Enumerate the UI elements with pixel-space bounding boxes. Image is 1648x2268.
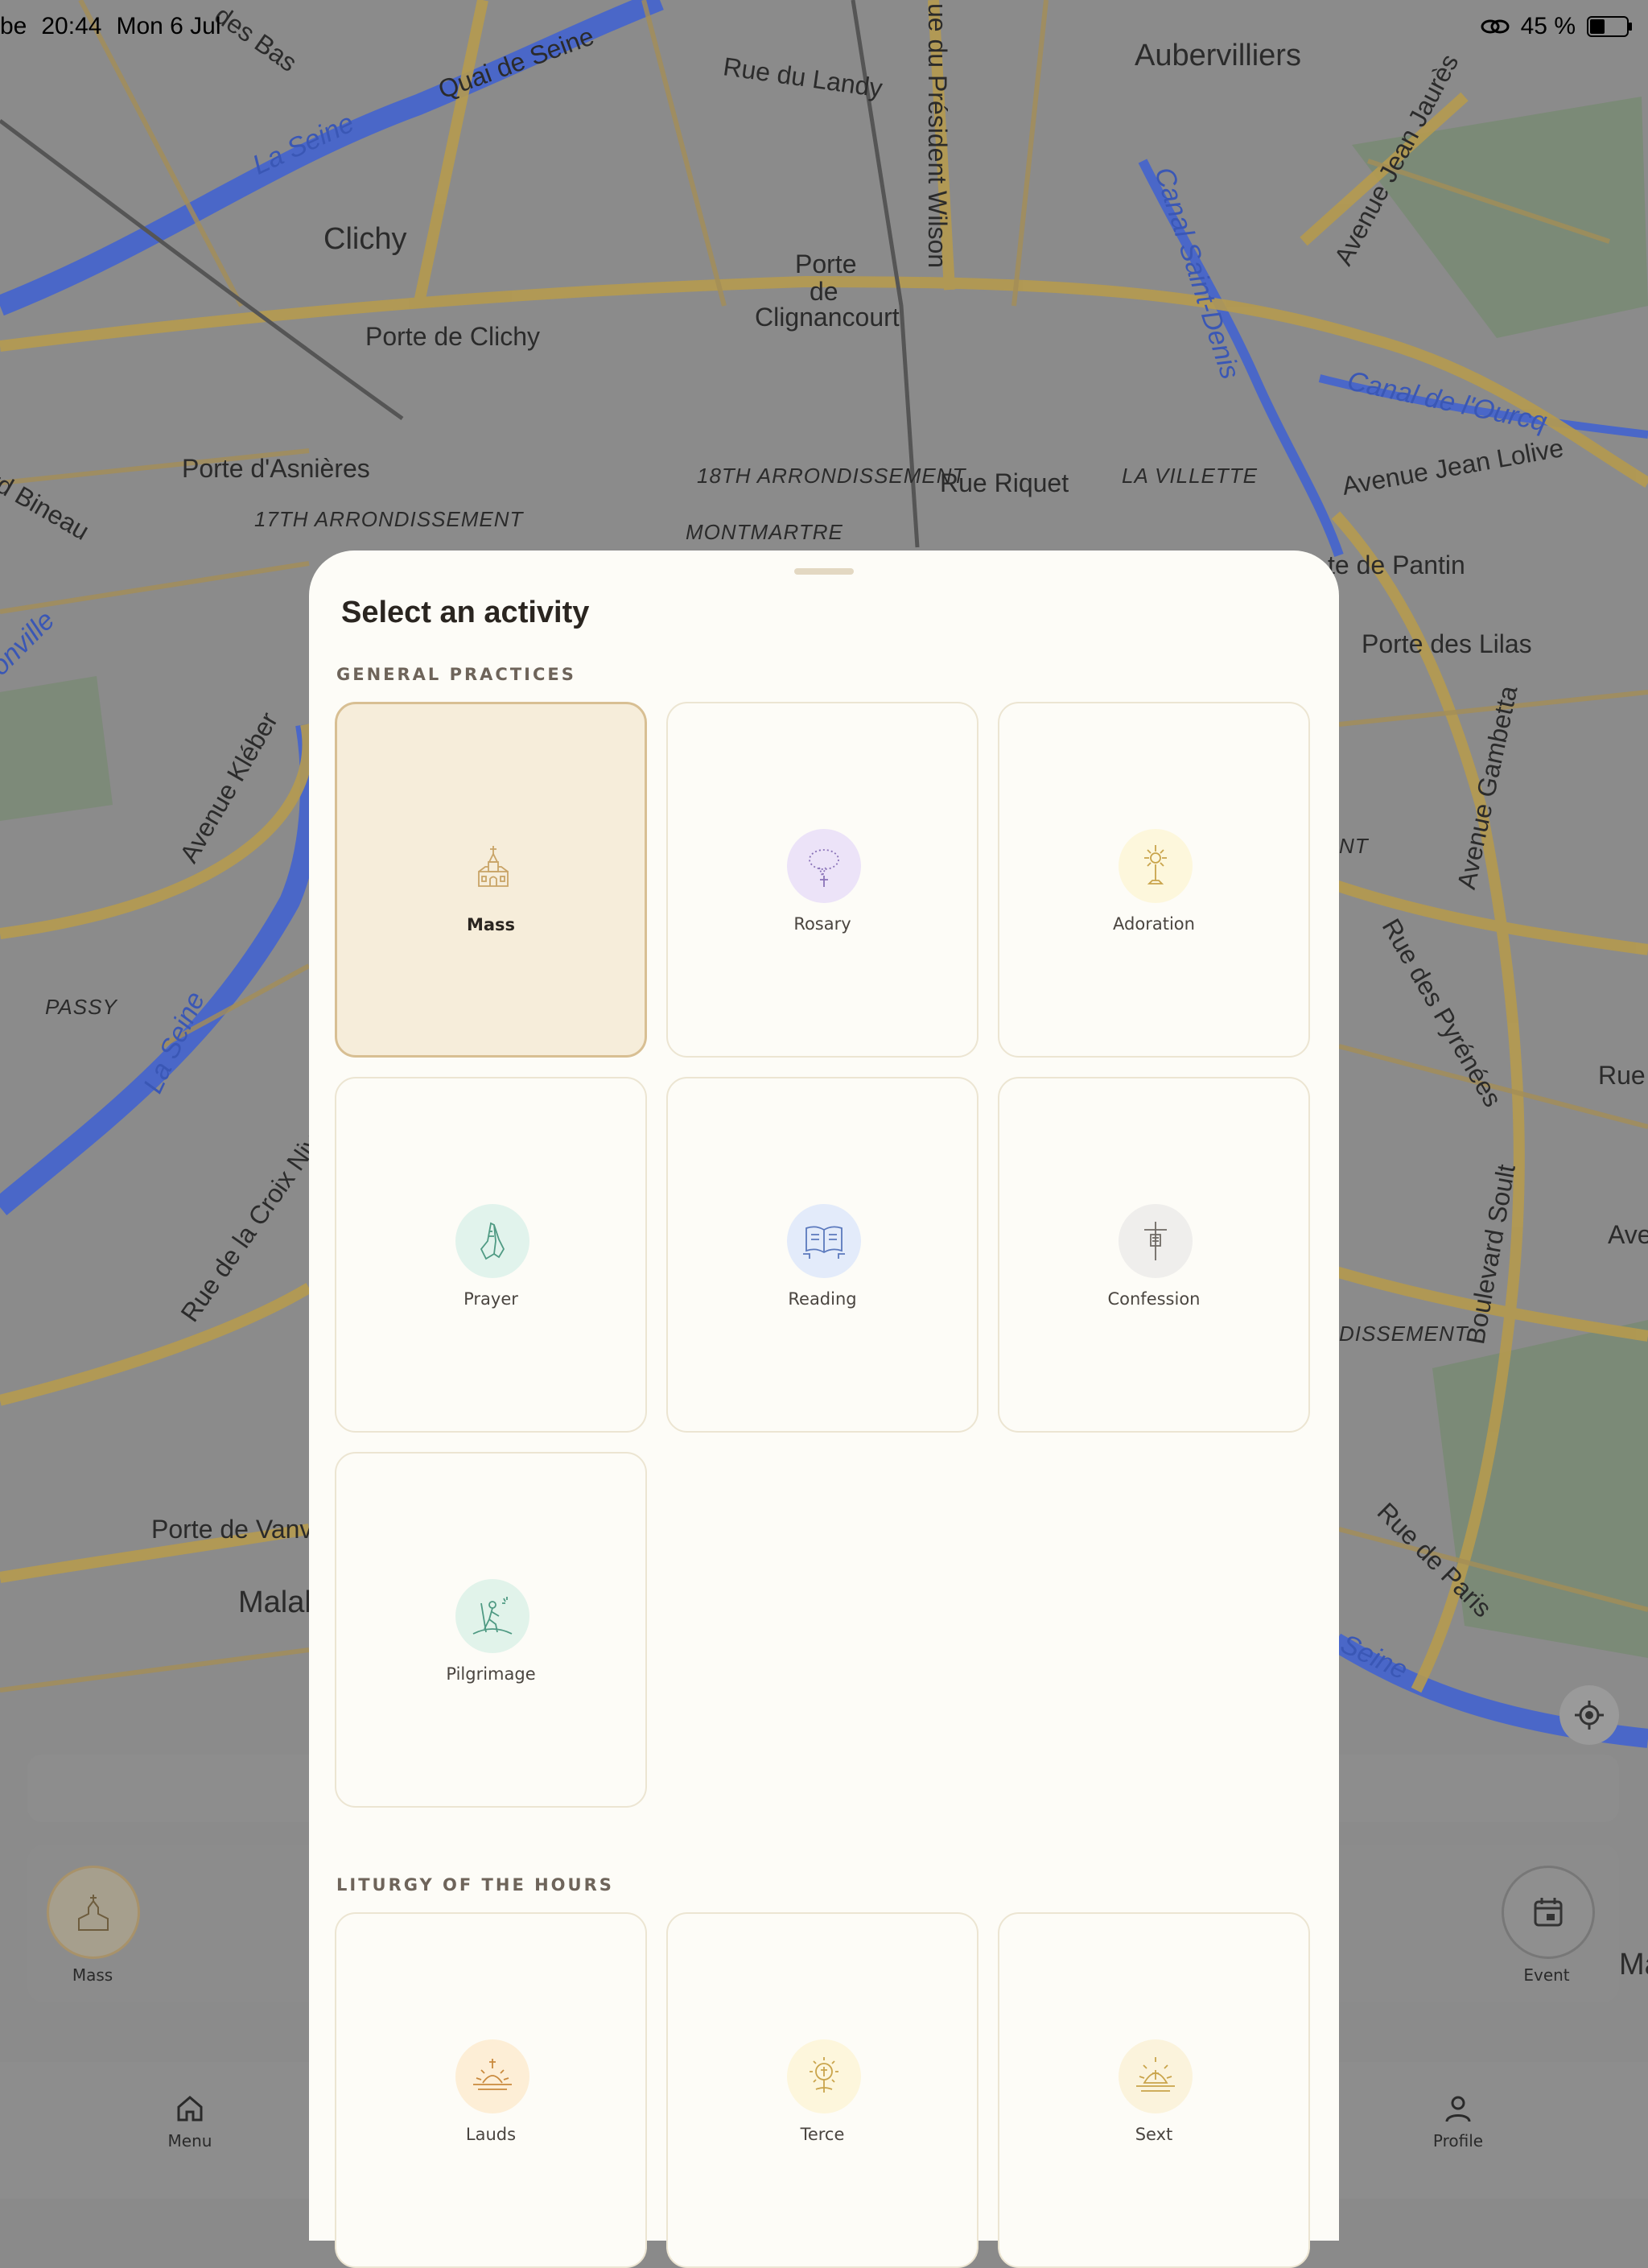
pilgrim-icon — [472, 1597, 513, 1635]
activity-icon-circle — [1119, 2039, 1193, 2113]
sunrise-cross-icon — [473, 2059, 512, 2090]
status-date: Mon 6 Jul — [116, 13, 221, 39]
monstrance-icon — [1144, 845, 1167, 885]
map-label: Clignancourt — [755, 303, 900, 332]
crosshair-icon — [1575, 1701, 1604, 1730]
activity-icon-circle — [455, 1579, 529, 1653]
battery-icon — [1587, 16, 1632, 37]
activity-card-terce[interactable]: Terce — [666, 1912, 978, 2268]
activity-card-sext[interactable]: Sext — [998, 1912, 1310, 2268]
activity-icon-circle — [787, 1204, 861, 1278]
map-label: Porte d'Asnières — [182, 454, 370, 483]
church-icon — [478, 846, 509, 887]
church-icon — [78, 1895, 109, 1931]
map-label: 17TH ARRONDISSEMENT — [254, 507, 524, 531]
map-label: Ma — [1619, 1948, 1648, 1981]
map-label: LA VILLETTE — [1122, 464, 1258, 488]
event-label: Event — [1523, 1965, 1570, 1985]
map-label: NT — [1339, 834, 1369, 858]
tab-profile-label: Profile — [1432, 2131, 1484, 2150]
sun-cross-icon — [810, 2057, 838, 2093]
activity-card-confession[interactable]: Confession — [998, 1077, 1310, 1433]
activity-label: Reading — [788, 1289, 857, 1309]
sheet-drag-handle[interactable] — [794, 568, 854, 575]
map-label: 18TH ARRONDISSEMENT — [697, 464, 966, 488]
activity-icon-circle — [1119, 1204, 1193, 1278]
rosary-icon — [809, 849, 839, 887]
activity-label: Rosary — [793, 914, 851, 934]
status-carrier: be — [0, 13, 27, 39]
activity-label: Terce — [800, 2125, 845, 2144]
status-bar: be 20:44 Mon 6 Jul 45 % — [0, 0, 1648, 52]
map-label: Porte de Clichy — [365, 322, 540, 351]
activity-icon-circle — [787, 2039, 861, 2113]
activity-sheet: Select an activity GENERAL PRACTICES Mas… — [309, 551, 1339, 2268]
activity-label: Confession — [1107, 1289, 1201, 1309]
map-label: Porte des Lilas — [1362, 629, 1532, 658]
activity-icon-circle — [456, 830, 530, 904]
activity-card-rosary[interactable]: Rosary — [666, 702, 978, 1058]
activity-card-adoration[interactable]: Adoration — [998, 702, 1310, 1058]
activity-card-lauds[interactable]: Lauds — [335, 1912, 647, 2268]
status-left: be 20:44 Mon 6 Jul — [0, 13, 221, 40]
locate-button[interactable] — [1559, 1685, 1619, 1745]
section-title-general: GENERAL PRACTICES — [336, 665, 576, 684]
event-button[interactable] — [1502, 1866, 1595, 1959]
map-label: Malak — [238, 1586, 320, 1619]
activity-label: Sext — [1135, 2125, 1173, 2144]
tab-menu-label: Menu — [167, 2131, 212, 2150]
open-book-icon — [803, 1226, 845, 1259]
status-time: 20:44 — [41, 13, 102, 39]
map-label: PASSY — [45, 995, 117, 1019]
quick-mass-button[interactable] — [47, 1866, 140, 1959]
activity-label: Prayer — [464, 1289, 518, 1309]
quick-mass-label: Mass — [72, 1965, 113, 1985]
map-label: MONTMARTRE — [686, 520, 843, 544]
status-right: 45 % — [1481, 13, 1632, 40]
activity-icon-circle — [1119, 829, 1193, 903]
calendar-icon — [1534, 1898, 1563, 1927]
activity-label: Lauds — [465, 2125, 517, 2144]
section-title-liturgy: LITURGY OF THE HOURS — [336, 1875, 614, 1895]
midday-sun-cross-icon — [1136, 2057, 1175, 2092]
activity-icon-circle — [787, 829, 861, 903]
sheet-title: Select an activity — [341, 596, 590, 629]
activity-card-pilgrimage[interactable]: Pilgrimage — [335, 1452, 647, 1808]
activity-label: Mass — [466, 915, 516, 934]
map-label: Rue Riquet — [940, 468, 1069, 497]
activity-icon-circle — [455, 2039, 529, 2113]
praying-hands-icon — [480, 1222, 505, 1260]
tab-menu[interactable]: Menu — [142, 2093, 238, 2150]
home-icon — [177, 2096, 203, 2122]
activity-label: Pilgrimage — [446, 1664, 536, 1684]
activity-icon-circle — [455, 1204, 529, 1278]
activity-card-prayer[interactable]: Prayer — [335, 1077, 647, 1433]
map-label: DISSEMENT — [1339, 1322, 1469, 1346]
map-label: Ave — [1608, 1220, 1648, 1249]
activity-label: Adoration — [1113, 914, 1195, 934]
map-label: Clichy — [323, 222, 407, 256]
map-label: Porte de Vanve — [151, 1515, 328, 1544]
activity-card-reading[interactable]: Reading — [666, 1077, 978, 1433]
tab-profile[interactable]: Profile — [1410, 2093, 1506, 2150]
map-label: Porte — [795, 249, 857, 278]
map-label: Rue — [1598, 1061, 1646, 1090]
user-icon — [1445, 2096, 1471, 2122]
activity-card-mass[interactable]: Mass — [335, 702, 647, 1058]
map-label: te de Pantin — [1328, 551, 1465, 579]
confession-cross-icon — [1144, 1222, 1167, 1260]
battery-percent: 45 % — [1520, 13, 1576, 39]
link-icon — [1481, 19, 1510, 34]
